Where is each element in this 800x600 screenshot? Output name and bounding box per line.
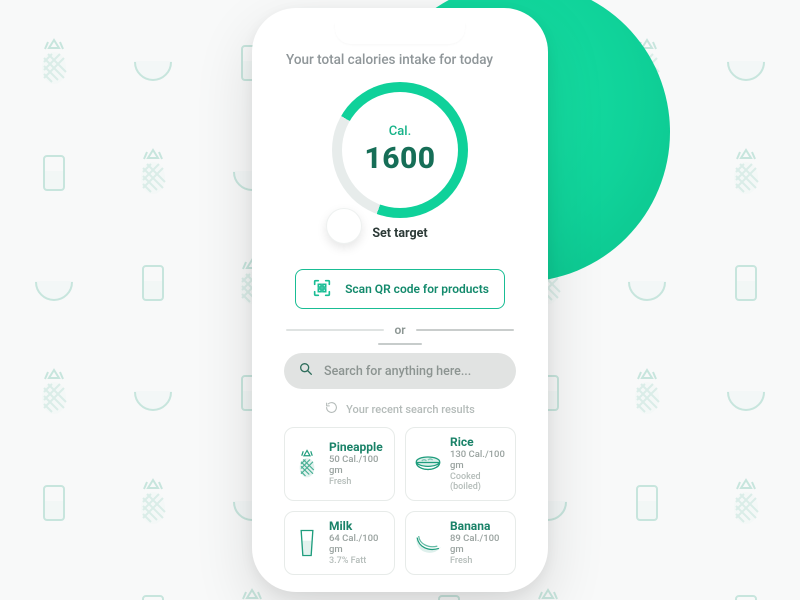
calorie-ring: Cal. 1600 Set target bbox=[284, 82, 516, 241]
search-input[interactable]: Search for anything here... bbox=[284, 353, 516, 389]
notch bbox=[335, 22, 465, 44]
result-sub: 3.7% Fatt bbox=[329, 556, 386, 566]
result-sub: Cooked (boiled) bbox=[450, 472, 507, 493]
pineapple-icon bbox=[293, 447, 321, 481]
result-name: Milk bbox=[329, 520, 386, 534]
milk-glass-icon bbox=[293, 526, 321, 560]
result-meta: 64 Cal./100 gm bbox=[329, 534, 386, 556]
scan-qr-label: Scan QR code for products bbox=[345, 282, 489, 296]
banana-icon bbox=[414, 526, 442, 560]
search-placeholder: Search for anything here... bbox=[324, 364, 471, 379]
or-label: or bbox=[394, 323, 405, 337]
page-title: Your total calories intake for today bbox=[286, 52, 516, 68]
ring-drag-handle[interactable] bbox=[326, 208, 362, 244]
or-divider: or bbox=[286, 323, 514, 337]
result-meta: 130 Cal./100 gm bbox=[450, 450, 507, 472]
set-target-button[interactable]: Set target bbox=[372, 226, 427, 241]
rice-bowl-icon bbox=[414, 447, 442, 481]
result-card-pineapple[interactable]: Pineapple 50 Cal./100 gm Fresh bbox=[284, 427, 395, 501]
result-card-milk[interactable]: Milk 64 Cal./100 gm 3.7% Fatt bbox=[284, 511, 395, 575]
mini-separator bbox=[378, 343, 422, 345]
result-card-banana[interactable]: Banana 89 Cal./100 gm Fresh bbox=[405, 511, 516, 575]
results-grid: Pineapple 50 Cal./100 gm Fresh bbox=[284, 427, 516, 575]
result-sub: Fresh bbox=[329, 477, 386, 487]
phone-frame: Your total calories intake for today Cal… bbox=[252, 8, 548, 592]
qr-icon bbox=[311, 277, 333, 302]
refresh-icon[interactable] bbox=[325, 401, 338, 417]
screen: Your total calories intake for today Cal… bbox=[266, 22, 534, 578]
result-name: Rice bbox=[450, 436, 507, 450]
calorie-value: 1600 bbox=[364, 141, 435, 176]
result-card-rice[interactable]: Rice 130 Cal./100 gm Cooked (boiled) bbox=[405, 427, 516, 501]
result-sub: Fresh bbox=[450, 556, 507, 566]
divider-line bbox=[286, 329, 384, 331]
result-meta: 50 Cal./100 gm bbox=[329, 455, 386, 477]
result-name: Pineapple bbox=[329, 441, 386, 455]
calorie-unit-label: Cal. bbox=[389, 124, 411, 139]
divider-line bbox=[416, 329, 514, 331]
result-meta: 89 Cal./100 gm bbox=[450, 534, 507, 556]
recent-label: Your recent search results bbox=[346, 403, 475, 416]
recent-header: Your recent search results bbox=[284, 401, 516, 417]
progress-ring: Cal. 1600 bbox=[332, 82, 468, 218]
search-icon bbox=[298, 361, 314, 381]
result-name: Banana bbox=[450, 520, 507, 534]
scan-qr-button[interactable]: Scan QR code for products bbox=[295, 269, 505, 309]
